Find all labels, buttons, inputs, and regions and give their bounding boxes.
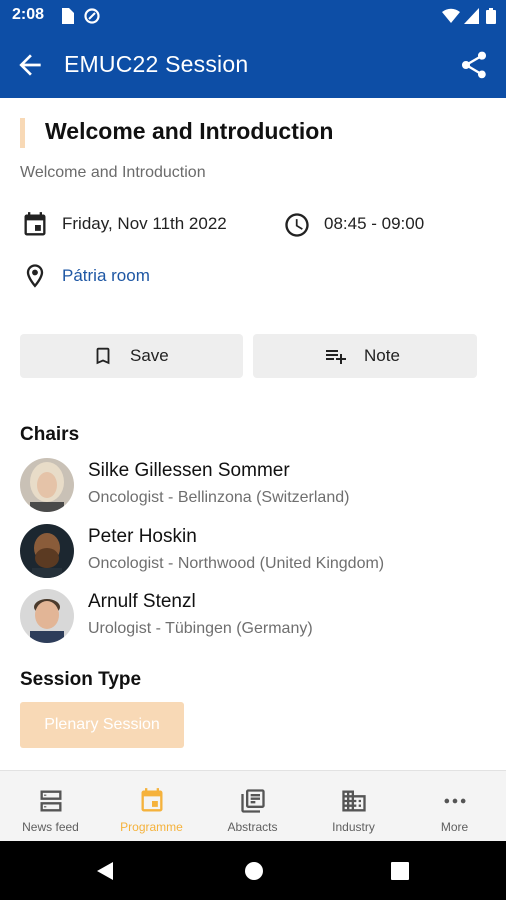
session-title: Welcome and Introduction: [45, 118, 334, 144]
chair-role: Oncologist - Northwood (United Kingdom): [88, 555, 385, 572]
system-nav-bar: [0, 841, 506, 900]
chair-item[interactable]: Peter Hoskin Oncologist - Northwood (Uni…: [20, 524, 490, 582]
system-recents-icon[interactable]: [390, 861, 410, 881]
nav-more[interactable]: More: [404, 771, 505, 842]
wifi-icon: [442, 8, 460, 23]
nav-label: More: [440, 820, 469, 834]
data-saver-icon: [84, 8, 100, 24]
add-note-icon: [326, 350, 346, 364]
nav-programme[interactable]: Programme: [101, 771, 202, 842]
save-button-label: Save: [130, 346, 169, 365]
nav-label: Industry: [332, 820, 375, 834]
avatar: [20, 524, 74, 578]
session-detail: Welcome and Introduction Welcome and Int…: [0, 98, 506, 770]
abstracts-icon: [241, 789, 265, 813]
note-button-label: Note: [364, 346, 400, 365]
location-pin-icon: [26, 264, 44, 288]
chair-role: Oncologist - Bellinzona (Switzerland): [88, 489, 350, 506]
save-button[interactable]: Save: [20, 334, 243, 378]
status-bar: 2:08: [0, 0, 506, 32]
session-room-link[interactable]: Pátria room: [62, 266, 150, 286]
bookmark-icon: [96, 347, 110, 365]
share-icon[interactable]: [458, 49, 490, 81]
session-time: 08:45 - 09:00: [324, 214, 425, 233]
chair-role: Urologist - Tübingen (Germany): [88, 620, 313, 637]
session-type-label: Plenary Session: [44, 716, 160, 733]
building-icon: [342, 790, 366, 812]
session-type-heading: Session Type: [20, 669, 142, 690]
status-time: 2:08: [12, 6, 45, 23]
more-dots-icon: [444, 798, 466, 804]
nav-label: Abstracts: [227, 820, 278, 834]
session-date: Friday, Nov 11th 2022: [62, 214, 227, 233]
nav-label: Programme: [120, 820, 183, 834]
note-button[interactable]: Note: [253, 334, 477, 378]
nav-abstracts[interactable]: Abstracts: [202, 771, 303, 842]
app-bar: EMUC22 Session: [0, 32, 506, 98]
calendar-icon: [141, 788, 163, 812]
chair-item[interactable]: Arnulf Stenzl Urologist - Tübingen (Germ…: [20, 589, 490, 647]
sim-card-icon: [62, 8, 74, 24]
chair-name: Silke Gillessen Sommer: [88, 460, 290, 481]
calendar-icon: [24, 212, 46, 236]
chair-name: Peter Hoskin: [88, 526, 197, 547]
title-accent-bar: [20, 118, 25, 148]
system-home-icon[interactable]: [243, 860, 265, 882]
clock-icon: [285, 213, 309, 237]
cell-signal-icon: [464, 8, 479, 24]
chairs-heading: Chairs: [20, 424, 80, 445]
chair-item[interactable]: Silke Gillessen Sommer Oncologist - Bell…: [20, 458, 490, 516]
back-arrow-icon[interactable]: [14, 49, 46, 81]
avatar: [20, 458, 74, 512]
system-back-icon[interactable]: [94, 860, 116, 882]
battery-icon: [486, 8, 496, 24]
news-feed-icon: [40, 790, 62, 812]
avatar: [20, 589, 74, 643]
chair-name: Arnulf Stenzl: [88, 591, 196, 612]
nav-industry[interactable]: Industry: [303, 771, 404, 842]
session-type-badge: Plenary Session: [20, 702, 184, 748]
session-subtitle: Welcome and Introduction: [20, 164, 206, 181]
bottom-nav: News feed Programme Abstracts Industry M…: [0, 770, 506, 842]
nav-label: News feed: [22, 820, 79, 834]
page-title: EMUC22 Session: [64, 51, 249, 77]
nav-news-feed[interactable]: News feed: [0, 771, 101, 842]
